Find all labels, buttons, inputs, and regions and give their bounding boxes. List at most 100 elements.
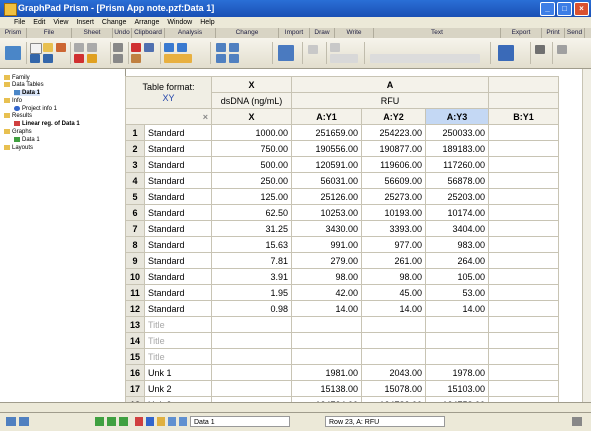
next-sheet-icon[interactable] [119, 417, 128, 426]
a-y1-value[interactable]: 1981.00 [291, 364, 362, 381]
b-y1-value[interactable] [488, 124, 559, 141]
a-y1-value[interactable]: 42.00 [291, 284, 362, 301]
subcol-x[interactable]: X [211, 108, 292, 125]
tree-linear-reg[interactable]: Linear reg. of Data 1 [14, 121, 80, 127]
tree-layouts[interactable]: Layouts [4, 145, 33, 151]
view-split-icon[interactable] [19, 417, 29, 426]
b-y1-value[interactable] [488, 268, 559, 285]
a-y2-value[interactable] [361, 332, 426, 349]
sheet-arrow-icon[interactable] [87, 43, 97, 52]
table-format-box[interactable]: Table format: XY [125, 76, 212, 109]
change-table-icon[interactable] [216, 54, 226, 63]
a-y3-value[interactable]: 53.00 [425, 284, 489, 301]
new-item-icon[interactable] [87, 54, 97, 63]
table-row[interactable]: 5 Standard 125.00 25126.00 25273.00 25203.00 [125, 188, 559, 205]
b-y1-value[interactable] [488, 300, 559, 317]
table-row[interactable]: 17 Unk 2 15138.00 15078.00 15103.00 [125, 380, 559, 397]
redo-icon[interactable] [113, 54, 123, 63]
first-sheet-icon[interactable] [95, 417, 104, 426]
analyze-button-icon[interactable] [164, 54, 192, 63]
a-y3-value[interactable] [425, 348, 489, 365]
b-column-group[interactable] [488, 76, 559, 93]
a-y1-value[interactable]: 98.00 [291, 268, 362, 285]
text-style-icons[interactable] [370, 54, 480, 63]
x-value[interactable] [211, 332, 292, 349]
a-y1-value[interactable]: 190556.00 [291, 140, 362, 157]
a-y1-value[interactable]: 991.00 [291, 236, 362, 253]
tree-data-tables[interactable]: Data Tables [4, 82, 44, 88]
x-column-title[interactable]: dsDNA (ng/mL) [211, 92, 292, 109]
x-value[interactable] [211, 316, 292, 333]
x-value[interactable]: 62.50 [211, 204, 292, 221]
zoom-icon[interactable] [572, 417, 582, 426]
tree-graphs[interactable]: Graphs [4, 129, 32, 135]
menu-edit[interactable]: Edit [33, 19, 45, 26]
table-row[interactable]: 1 Standard 1000.00 251659.00 254223.00 250033… [125, 124, 559, 141]
x-value[interactable]: 3.91 [211, 268, 292, 285]
a-y3-value[interactable]: 10174.00 [425, 204, 489, 221]
tree-info[interactable]: Info [4, 98, 22, 104]
x-value[interactable]: 31.25 [211, 220, 292, 237]
x-value[interactable] [211, 348, 292, 365]
x-value[interactable]: 0.98 [211, 300, 292, 317]
b-column-title[interactable] [488, 92, 559, 109]
table-row[interactable]: 2 Standard 750.00 190556.00 190877.00 189183.… [125, 140, 559, 157]
row-title[interactable]: Unk 2 [144, 380, 212, 397]
a-y3-value[interactable]: 25203.00 [425, 188, 489, 205]
analysis-curve-icon[interactable] [177, 43, 187, 52]
b-y1-value[interactable] [488, 332, 559, 349]
write-icon[interactable] [330, 43, 340, 52]
row-title[interactable]: Standard [144, 140, 212, 157]
info-sheet-icon[interactable] [146, 417, 154, 426]
a-y2-value[interactable]: 119606.00 [361, 156, 426, 173]
a-y3-value[interactable]: 56878.00 [425, 172, 489, 189]
x-value[interactable]: 1.95 [211, 284, 292, 301]
a-y2-value[interactable]: 14.00 [361, 300, 426, 317]
b-y1-value[interactable] [488, 172, 559, 189]
row-title[interactable]: Standard [144, 252, 212, 269]
x-value[interactable]: 250.00 [211, 172, 292, 189]
table-row[interactable]: 16 Unk 1 1981.00 2043.00 1978.00 [125, 364, 559, 381]
a-column-title[interactable]: RFU [291, 92, 489, 109]
row-title[interactable]: Title [144, 316, 212, 333]
a-y3-value[interactable]: 189183.00 [425, 140, 489, 157]
x-column-group[interactable]: X [211, 76, 292, 93]
a-column-group[interactable]: A [291, 76, 489, 93]
x-value[interactable] [211, 380, 292, 397]
table-row[interactable]: 8 Standard 15.63 991.00 977.00 983.00 [125, 236, 559, 253]
menu-window[interactable]: Window [167, 19, 192, 26]
x-value[interactable]: 7.81 [211, 252, 292, 269]
delete-sheet-icon[interactable] [74, 54, 84, 63]
table-row[interactable]: 6 Standard 62.50 10253.00 10193.00 10174.00 [125, 204, 559, 221]
row-title[interactable]: Standard [144, 156, 212, 173]
import-icon[interactable] [278, 45, 294, 61]
row-title[interactable]: Standard [144, 220, 212, 237]
a-y2-value[interactable]: 15078.00 [361, 380, 426, 397]
table-row[interactable]: 7 Standard 31.25 3430.00 3393.00 3404.00 [125, 220, 559, 237]
a-y3-value[interactable]: 264.00 [425, 252, 489, 269]
a-y2-value[interactable]: 25273.00 [361, 188, 426, 205]
a-y3-value[interactable]: 105.00 [425, 268, 489, 285]
b-y1-value[interactable] [488, 348, 559, 365]
change-graph-icon[interactable] [216, 43, 226, 52]
a-y1-value[interactable] [291, 316, 362, 333]
change-format-icon[interactable] [229, 43, 239, 52]
menu-insert[interactable]: Insert [76, 19, 94, 26]
row-title[interactable]: Title [144, 332, 212, 349]
prism-menu-icon[interactable] [5, 46, 21, 60]
results-sheet-icon[interactable] [157, 417, 165, 426]
a-y2-value[interactable]: 98.00 [361, 268, 426, 285]
b-y1-value[interactable] [488, 284, 559, 301]
row-title[interactable]: Standard [144, 300, 212, 317]
a-y1-value[interactable]: 10253.00 [291, 204, 362, 221]
cut-icon[interactable] [131, 43, 141, 52]
view-toggle-icon[interactable] [6, 417, 16, 426]
table-row[interactable]: 9 Standard 7.81 279.00 261.00 264.00 [125, 252, 559, 269]
row-title[interactable]: Standard [144, 172, 212, 189]
tree-project-info[interactable]: Project info 1 [14, 106, 57, 112]
a-y1-value[interactable] [291, 332, 362, 349]
tree-results[interactable]: Results [4, 113, 32, 119]
a-y2-value[interactable]: 56609.00 [361, 172, 426, 189]
draw-icon[interactable] [308, 45, 318, 54]
row-title-header[interactable]: × [125, 108, 212, 125]
